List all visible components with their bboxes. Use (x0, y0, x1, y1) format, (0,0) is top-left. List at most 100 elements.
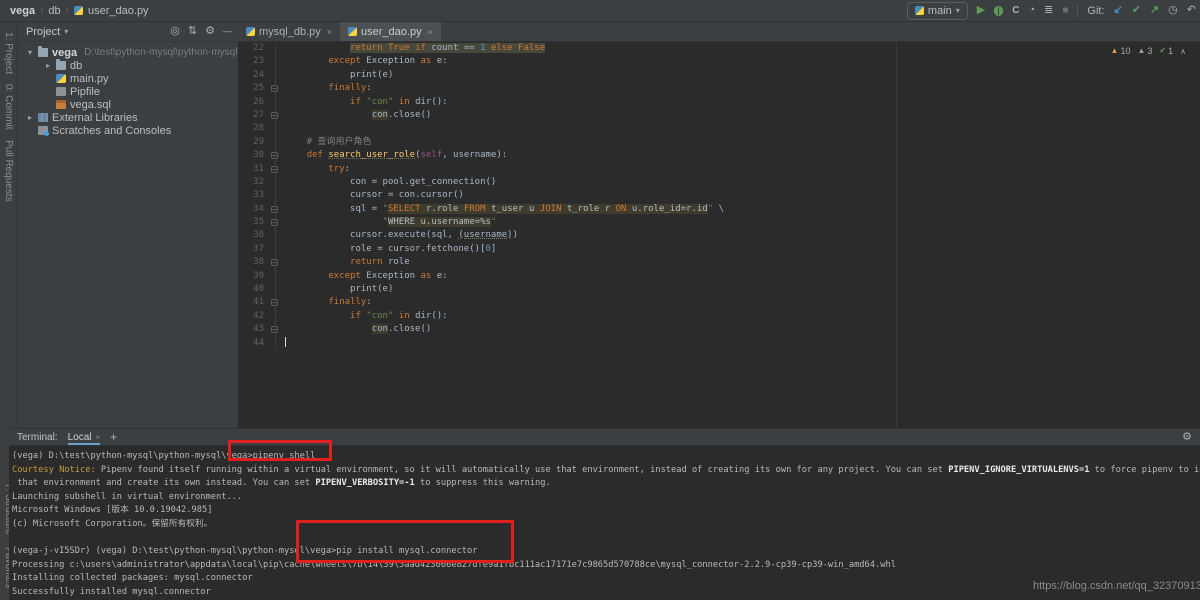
code-analysis-widget[interactable]: ▲10▲3✔1∧ (1111, 46, 1186, 56)
locate-icon[interactable] (170, 26, 180, 37)
tree-chevron-icon[interactable]: ▾ (26, 48, 34, 57)
fold-icon[interactable]: − (271, 259, 278, 266)
fold-column: − (268, 256, 281, 269)
run-configuration-name: main (928, 5, 952, 17)
coverage-icon[interactable] (1012, 5, 1019, 16)
fold-column: − (268, 216, 281, 229)
python-file-icon (348, 27, 357, 36)
editor-tab-user_dao-py[interactable]: user_dao.py × (340, 22, 441, 41)
tool-window-button[interactable]: 1: Project (3, 32, 14, 74)
line-number: 40 (238, 283, 268, 296)
tree-item-label: main.py (70, 73, 109, 85)
update-icon[interactable] (1114, 5, 1123, 16)
commit-icon[interactable] (1132, 5, 1141, 16)
close-icon[interactable]: × (95, 433, 100, 442)
collapse-icon[interactable] (188, 26, 197, 37)
project-tree: ▾vegaD:\test\python-mysql\python-mysql\v… (18, 42, 238, 137)
hide-icon[interactable] (223, 26, 232, 37)
stop-icon[interactable] (1062, 5, 1068, 16)
tree-item-path: D:\test\python-mysql\python-mysql\vega (84, 47, 238, 58)
code-line: 44 (238, 337, 1200, 350)
code-text: cursor.execute(sql, (username)) (281, 229, 518, 242)
code-line: 22 return True if count == 1 else False (238, 42, 1200, 55)
analysis-icon: ✔ (1159, 47, 1166, 55)
run-icon[interactable] (977, 5, 985, 16)
fold-icon[interactable]: − (271, 152, 278, 159)
terminal-panel: Terminal: Local × + (vega) D:\test\pytho… (9, 428, 1200, 600)
fold-icon[interactable]: − (271, 112, 278, 119)
tree-item-label: vega.sql (70, 99, 111, 111)
analysis-count: 1 (1168, 46, 1173, 56)
fold-icon[interactable]: − (271, 166, 278, 173)
tree-item-external-libraries[interactable]: ▸External Libraries (18, 111, 238, 124)
fold-column: − (268, 203, 281, 216)
analysis-indicator: ▲10 (1111, 46, 1131, 56)
fold-column (268, 176, 281, 189)
rollback-icon[interactable] (1187, 5, 1196, 16)
line-number: 38 (238, 256, 268, 269)
code-editor[interactable]: 22 return True if count == 1 else False2… (238, 42, 1200, 429)
scratch-file-icon (38, 126, 48, 135)
analysis-icon: ▲ (1137, 47, 1145, 55)
tool-window-button[interactable]: Pull Requests (3, 140, 14, 202)
tool-strip-top: 1: Project 0: Commit Pull Requests (0, 22, 17, 202)
close-icon[interactable]: × (327, 27, 332, 37)
line-number: 27 (238, 109, 268, 122)
terminal-line: that environment and create its own inst… (12, 477, 1200, 491)
new-terminal-button[interactable]: + (110, 430, 117, 444)
code-line: 32 con = pool.get_connection() (238, 176, 1200, 189)
close-icon[interactable]: × (428, 27, 433, 37)
fold-column: − (268, 82, 281, 95)
terminal-settings-icon[interactable] (1182, 432, 1192, 443)
breadcrumb-item[interactable]: user_dao.py (88, 5, 149, 17)
fold-icon[interactable]: − (271, 299, 278, 306)
watermark: https://blog.csdn.net/qq_32370913 (1033, 580, 1200, 592)
fold-column (268, 69, 281, 82)
editor-tab-mysql_db-py[interactable]: mysql_db.py× (238, 22, 340, 41)
python-logo-icon (915, 6, 924, 15)
fold-icon[interactable]: − (271, 85, 278, 92)
code-text: if "con" in dir(): (281, 310, 448, 323)
terminal-header: Terminal: Local × + (9, 429, 1200, 446)
tree-item-db[interactable]: ▸ db (18, 59, 238, 72)
fold-icon[interactable]: − (271, 326, 278, 333)
tree-chevron-icon[interactable]: ▸ (44, 61, 52, 70)
code-text: return role (281, 256, 410, 269)
tree-item-vega-sql[interactable]: vega.sql (18, 98, 238, 111)
terminal-output[interactable]: (vega) D:\test\python-mysql\python-mysql… (9, 446, 1200, 600)
tool-window-button[interactable]: 0: Commit (3, 84, 14, 130)
tree-item-label: db (70, 60, 82, 72)
breadcrumb-item[interactable]: db (48, 5, 60, 17)
push-icon[interactable] (1150, 5, 1159, 16)
tree-chevron-icon[interactable]: ▸ (26, 113, 34, 122)
tree-item-vega[interactable]: ▾vegaD:\test\python-mysql\python-mysql\v… (18, 46, 238, 59)
code-text: con.close() (281, 323, 431, 336)
code-lines: 22 return True if count == 1 else False2… (238, 42, 1200, 350)
tree-item-main-py[interactable]: main.py (18, 72, 238, 85)
fold-icon[interactable]: − (271, 219, 278, 226)
breadcrumb-item[interactable]: vega (10, 5, 35, 17)
tree-item-label: Pipfile (70, 86, 100, 98)
analysis-count: 10 (1120, 46, 1130, 56)
tree-item-scratches-and-consoles[interactable]: Scratches and Consoles (18, 124, 238, 137)
code-text: def search_user_role(self, username): (281, 149, 507, 162)
breadcrumb: vega›db›user_dao.py (0, 5, 149, 17)
fold-icon[interactable]: − (271, 206, 278, 213)
debug-icon[interactable] (994, 6, 1003, 16)
history-icon[interactable] (1168, 5, 1178, 16)
tree-item-pipfile[interactable]: Pipfile (18, 85, 238, 98)
settings-icon[interactable] (205, 26, 215, 37)
folder-file-icon (56, 61, 66, 70)
profiler-icon[interactable] (1028, 5, 1035, 16)
tab-label: user_dao.py (361, 26, 422, 38)
project-panel-title[interactable]: Project ▾ (26, 26, 68, 38)
project-panel-header: Project ▾ (18, 22, 238, 42)
code-text: "WHERE u.username=%s" (281, 216, 496, 229)
terminal-line: Microsoft Windows [版本 10.0.19042.985] (12, 504, 1200, 518)
line-number: 22 (238, 42, 268, 55)
run-configuration-selector[interactable]: main ▾ (907, 2, 968, 20)
services-icon[interactable] (1044, 5, 1053, 16)
chevron-up-icon[interactable]: ∧ (1180, 47, 1186, 56)
terminal-tab-local[interactable]: Local × (68, 429, 101, 445)
code-line: 31− try: (238, 163, 1200, 176)
